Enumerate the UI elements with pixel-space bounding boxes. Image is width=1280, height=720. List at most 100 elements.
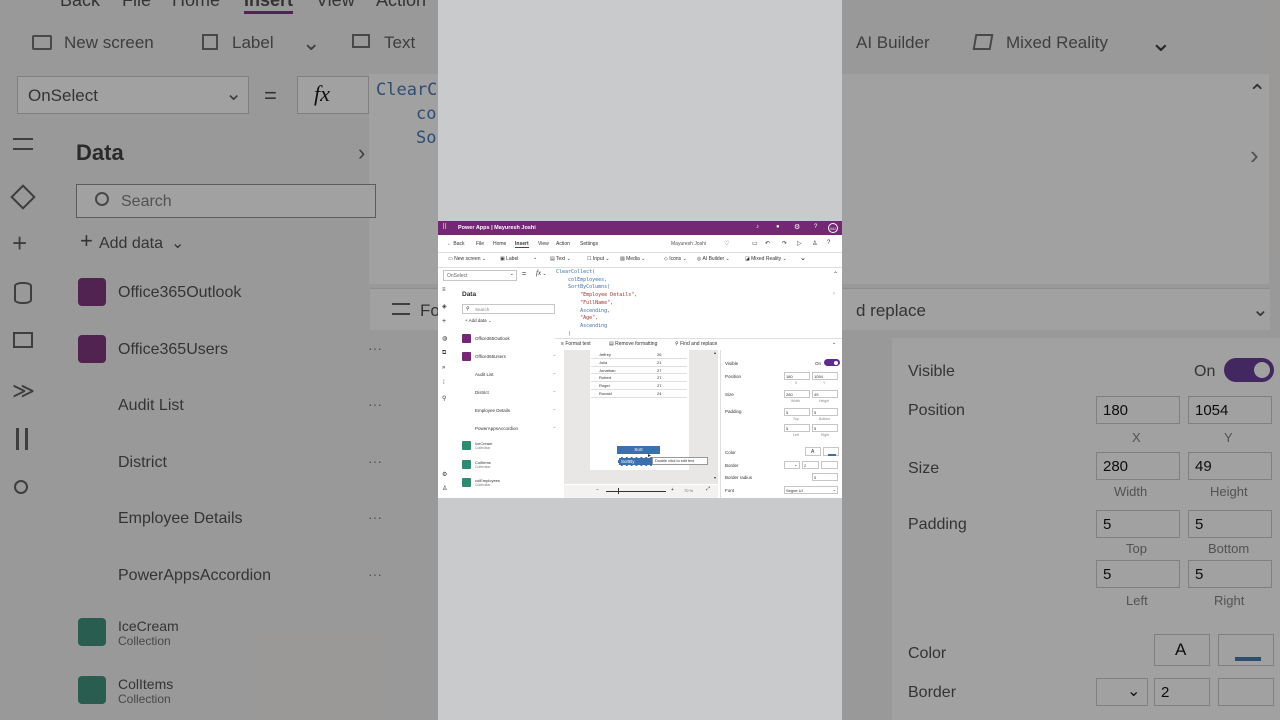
redo-icon[interactable]: ↷ bbox=[782, 240, 787, 247]
sort-button[interactable]: Sort bbox=[617, 446, 660, 454]
back-button[interactable]: ← Back bbox=[447, 241, 465, 247]
data-source-item[interactable]: Audit List bbox=[475, 372, 494, 377]
notifications-icon[interactable]: ● bbox=[776, 224, 780, 230]
settings-menu[interactable]: Settings bbox=[580, 241, 598, 247]
action-menu[interactable]: Action bbox=[556, 241, 570, 247]
search-rail-icon[interactable]: ⚲ bbox=[442, 395, 446, 402]
padding-left-input[interactable]: 5 bbox=[784, 424, 810, 432]
property-dropdown[interactable]: OnSelect ⌄ bbox=[443, 270, 517, 281]
gear-icon[interactable]: ⚙ bbox=[794, 223, 800, 231]
help-question-icon[interactable]: ? bbox=[827, 240, 830, 246]
settings-rail-icon[interactable]: ⚙ bbox=[442, 471, 447, 478]
zoom-out-icon[interactable]: − bbox=[596, 487, 599, 493]
table-row[interactable]: Jonathan 27 bbox=[591, 367, 687, 375]
remove-formatting-label: Remove formatting bbox=[615, 341, 658, 347]
input-button[interactable]: ☐ Input ⌄ bbox=[587, 256, 610, 262]
home-menu[interactable]: Home bbox=[493, 241, 506, 247]
zoom-slider[interactable] bbox=[606, 491, 666, 492]
height-input[interactable]: 49 bbox=[812, 390, 838, 398]
view-menu[interactable]: View bbox=[538, 241, 549, 247]
text-button[interactable]: ▤ Text ⌄ bbox=[550, 256, 571, 262]
share-icon[interactable]: ♙ bbox=[812, 240, 817, 247]
data-source-item[interactable]: Office365Outlook bbox=[475, 336, 510, 341]
table-row[interactable]: Ronald 24 bbox=[591, 390, 687, 398]
insert-icon[interactable]: + bbox=[442, 318, 446, 325]
data-source-item[interactable]: Office365Users bbox=[475, 354, 506, 359]
code-line: colEmployees, bbox=[556, 276, 608, 283]
table-row[interactable]: Jeffrey 26 bbox=[591, 351, 687, 359]
more-icon[interactable]: – bbox=[553, 389, 556, 395]
font-dropdown[interactable]: Segoe UI ⌄ bbox=[784, 486, 838, 494]
formula-scroll-right-icon[interactable]: › bbox=[833, 291, 835, 297]
table-row[interactable]: Robert 27 bbox=[591, 374, 687, 383]
ai-builder-button[interactable]: ◎ AI Builder ⌄ bbox=[697, 256, 730, 262]
format-text-button[interactable]: ≡ Format text bbox=[561, 341, 591, 347]
more-icon[interactable]: – bbox=[553, 425, 556, 431]
border-radius-input[interactable]: 0 bbox=[812, 473, 838, 481]
file-menu[interactable]: File bbox=[476, 241, 484, 247]
search-input[interactable]: ⚲ Search bbox=[462, 304, 555, 314]
table-row[interactable]: Julia 21 bbox=[591, 359, 687, 367]
comment-icon[interactable]: ▭ bbox=[752, 240, 758, 247]
formula-editor[interactable]: ClearCollect( colEmployees, SortByColumn… bbox=[555, 269, 831, 337]
border-color-input[interactable] bbox=[821, 461, 838, 469]
padding-bottom-input[interactable]: 5 bbox=[812, 408, 838, 416]
more-icon[interactable]: – bbox=[553, 407, 556, 413]
add-data-label: Add data bbox=[468, 318, 487, 323]
find-replace-button[interactable]: ⚲ Find and replace bbox=[675, 341, 717, 347]
tree-view-icon[interactable]: ◈ bbox=[442, 303, 447, 310]
data-source-item[interactable]: District bbox=[475, 390, 489, 395]
format-chevron-icon[interactable]: ⌄ bbox=[832, 340, 836, 346]
app-launcher-icon[interactable]: ⠿ bbox=[442, 224, 447, 231]
position-y-input[interactable]: 1054 bbox=[812, 372, 838, 380]
border-width-input[interactable]: 2 bbox=[802, 461, 819, 469]
data-source-item[interactable]: PowerAppsAccordion bbox=[475, 426, 518, 431]
media-button[interactable]: ▨ Media ⌄ bbox=[620, 256, 645, 262]
canvas-scroll-down-icon[interactable]: ▾ bbox=[714, 475, 716, 480]
divider bbox=[438, 252, 842, 253]
data-source-item[interactable]: Employee Details bbox=[475, 408, 510, 413]
account-icon[interactable]: ♙ bbox=[442, 485, 447, 492]
padding-right-input[interactable]: 5 bbox=[812, 424, 838, 432]
position-x-input[interactable]: 180 bbox=[784, 372, 810, 380]
office365outlook-icon bbox=[462, 334, 471, 343]
fit-screen-icon[interactable]: ⤢ bbox=[706, 486, 710, 492]
new-screen-button[interactable]: ▭ New screen ⌄ bbox=[448, 256, 486, 262]
icons-button[interactable]: ◇ Icons ⌄ bbox=[664, 256, 687, 262]
remove-formatting-button[interactable]: ▤ Remove formatting bbox=[609, 341, 657, 347]
width-input[interactable]: 280 bbox=[784, 390, 810, 398]
more-chevron-icon[interactable]: ⌄ bbox=[800, 254, 806, 262]
power-automate-icon[interactable]: » bbox=[442, 365, 445, 371]
table-row[interactable]: Roger 27 bbox=[591, 382, 687, 390]
code-line: Ascending, bbox=[556, 307, 611, 314]
label-chevron-icon[interactable]: ⌄ bbox=[533, 255, 537, 261]
border-style-dropdown[interactable]: ⌄ bbox=[784, 461, 800, 469]
visible-toggle[interactable] bbox=[824, 359, 840, 366]
help-icon[interactable]: ? bbox=[814, 224, 817, 230]
fill-color-button[interactable] bbox=[823, 447, 839, 456]
text-label: Text bbox=[556, 256, 566, 262]
variables-icon[interactable]: ⁞ bbox=[443, 380, 445, 386]
bell-icon[interactable]: ♪ bbox=[756, 224, 759, 230]
more-icon[interactable]: – bbox=[553, 371, 556, 377]
hamburger-icon[interactable]: ≡ bbox=[442, 287, 446, 293]
label-button[interactable]: ▣ Label bbox=[500, 256, 518, 262]
zoom-in-icon[interactable]: + bbox=[671, 487, 674, 493]
add-data-button[interactable]: + Add data ⌄ bbox=[465, 318, 492, 324]
avatar[interactable]: MJ bbox=[828, 223, 838, 233]
padding-top-input[interactable]: 5 bbox=[784, 408, 810, 416]
zoom-slider-thumb[interactable] bbox=[618, 488, 619, 494]
mixed-reality-button[interactable]: ◪ Mixed Reality ⌄ bbox=[745, 256, 787, 262]
text-color-button[interactable]: A bbox=[805, 447, 821, 456]
undo-icon[interactable]: ↶ bbox=[765, 240, 770, 247]
data-icon[interactable]: ◍ bbox=[442, 335, 447, 342]
canvas-scroll-up-icon[interactable]: ▴ bbox=[714, 350, 716, 355]
media-rail-icon[interactable]: ⧉ bbox=[442, 350, 446, 357]
play-icon[interactable]: ▷ bbox=[797, 240, 802, 247]
more-icon[interactable]: – bbox=[553, 353, 556, 359]
formula-collapse-icon[interactable]: ⌃ bbox=[833, 271, 838, 278]
app-checker-icon[interactable]: ♡ bbox=[724, 240, 729, 247]
fx-button[interactable]: fx ⌄ bbox=[536, 269, 547, 277]
insert-menu[interactable]: Insert bbox=[515, 241, 529, 248]
employee-gallery[interactable]: Jeffrey 26 Julia 21 Jonathan 27 Robert 27 Roger 2… bbox=[591, 351, 687, 398]
